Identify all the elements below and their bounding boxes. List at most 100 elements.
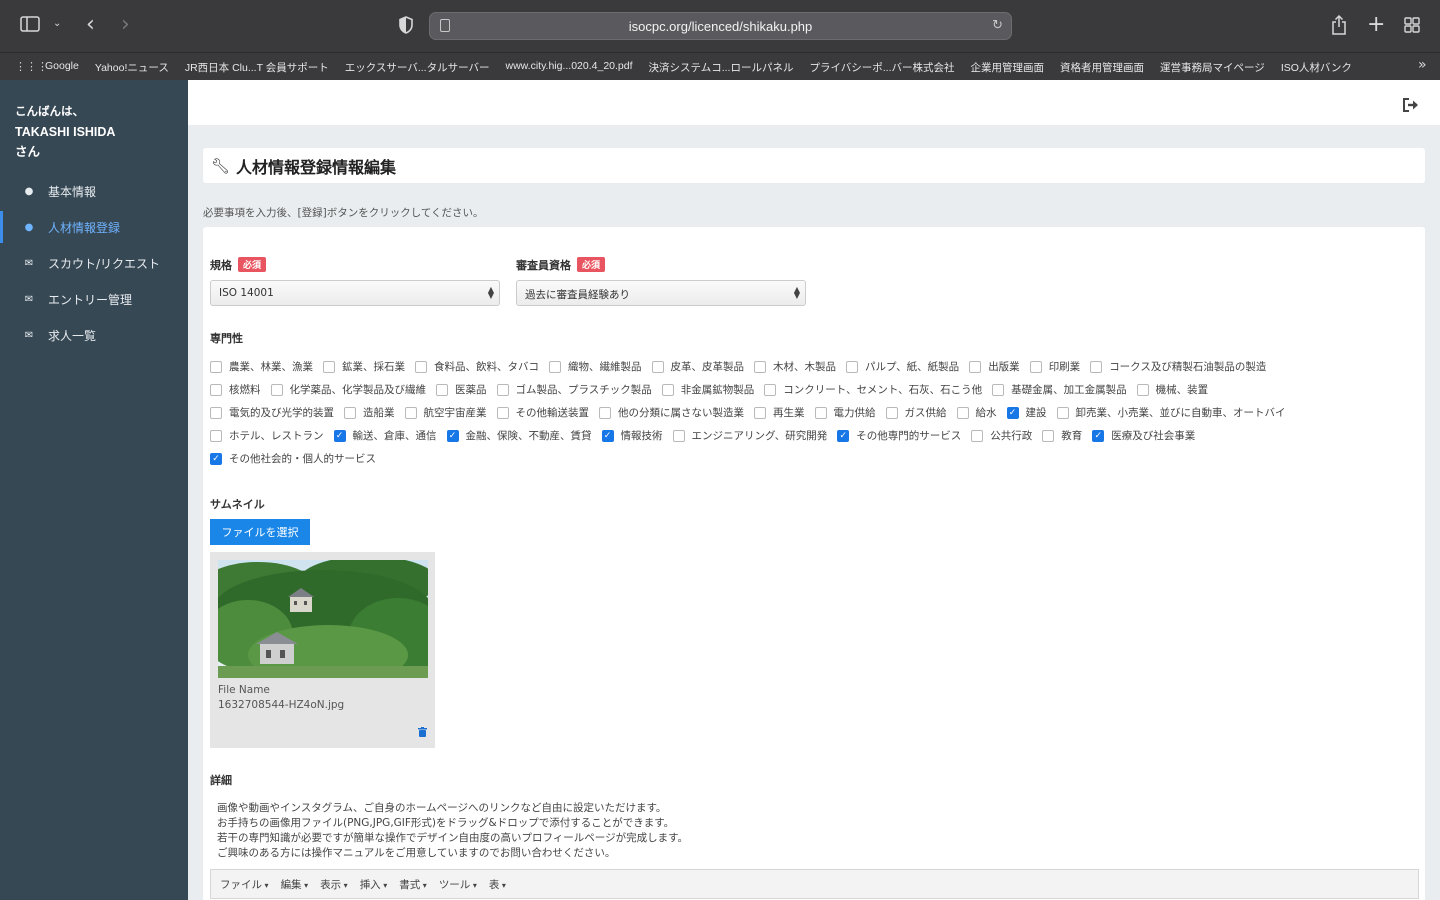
- back-arrow-icon[interactable]: ‹: [86, 14, 95, 36]
- checkbox-unchecked-icon[interactable]: [549, 360, 561, 373]
- chevron-right-double-icon[interactable]: »: [1418, 58, 1427, 72]
- bookmark-item[interactable]: Google: [45, 60, 79, 75]
- checkbox-unchecked-icon[interactable]: [1056, 406, 1069, 419]
- chevron-down-icon[interactable]: ⌄: [53, 19, 61, 29]
- specialty-checkbox[interactable]: 出版業: [969, 359, 1020, 374]
- specialty-checkbox[interactable]: 農業、林業、漁業: [210, 359, 313, 374]
- checkbox-unchecked-icon[interactable]: [992, 383, 1005, 396]
- bookmark-item[interactable]: プライバシーポ...バー株式会社: [809, 60, 954, 75]
- bookmark-item[interactable]: エックスサーバ...タルサーバー: [345, 60, 490, 75]
- specialty-checkbox[interactable]: 卸売業、小売業、並びに自動車、オートバイ: [1056, 405, 1286, 420]
- checkbox-unchecked-icon[interactable]: [885, 406, 898, 419]
- tab-overview-icon[interactable]: [1404, 17, 1420, 37]
- editor-menu-file[interactable]: ファイル: [220, 877, 269, 892]
- specialty-checkbox[interactable]: エンジニアリング、研究開発: [672, 428, 827, 443]
- specialty-checkbox[interactable]: 再生業: [754, 405, 805, 420]
- specialty-checkbox[interactable]: 公共行政: [971, 428, 1032, 443]
- specialty-checkbox[interactable]: 教育: [1042, 428, 1082, 443]
- checkbox-unchecked-icon[interactable]: [323, 360, 335, 373]
- checkbox-checked-icon[interactable]: ✓: [446, 429, 459, 442]
- specialty-checkbox[interactable]: 航空宇宙産業: [404, 405, 487, 420]
- editor-menu-edit[interactable]: 編集: [281, 877, 309, 892]
- specialty-checkbox[interactable]: ホテル、レストラン: [210, 428, 324, 443]
- forward-arrow-icon[interactable]: ›: [121, 14, 130, 36]
- specialty-checkbox[interactable]: コンクリート、セメント、石灰、石こう他: [764, 382, 982, 397]
- share-icon[interactable]: [1331, 14, 1347, 39]
- editor-menu-tools[interactable]: ツール: [439, 877, 477, 892]
- checkbox-unchecked-icon[interactable]: [1090, 360, 1103, 373]
- bookmark-item[interactable]: JR西日本 Clu...T 会員サポート: [185, 60, 329, 75]
- specialty-checkbox[interactable]: ✓ 建設: [1006, 405, 1047, 420]
- specialty-checkbox[interactable]: ✓ 医療及び社会事業: [1092, 428, 1195, 443]
- specialty-checkbox[interactable]: 化学薬品、化学製品及び繊維: [270, 382, 426, 397]
- bookmark-item[interactable]: www.city.hig...020.4_20.pdf: [505, 60, 632, 75]
- checkbox-unchecked-icon[interactable]: [764, 383, 777, 396]
- specialty-checkbox[interactable]: 基礎金属、加工金属製品: [992, 382, 1127, 397]
- specialty-checkbox[interactable]: 電気的及び光学的装置: [210, 405, 334, 420]
- specialty-checkbox[interactable]: ✓ 金融、保険、不動産、賃貸: [446, 428, 592, 443]
- checkbox-unchecked-icon[interactable]: [599, 406, 611, 419]
- standard-select[interactable]: ISO 14001 ▲ ▼: [210, 280, 500, 306]
- specialty-checkbox[interactable]: 電力供給: [814, 405, 876, 420]
- sidebar-item-job-list[interactable]: ✉ 求人一覧: [0, 317, 188, 353]
- specialty-checkbox[interactable]: 非金属鉱物製品: [661, 382, 754, 397]
- bookmark-item[interactable]: 運営事務局マイページ: [1160, 60, 1265, 75]
- specialty-checkbox[interactable]: 医薬品: [436, 382, 487, 397]
- checkbox-unchecked-icon[interactable]: [661, 383, 674, 396]
- specialty-checkbox[interactable]: 鉱業、採石業: [323, 359, 405, 374]
- editor-menu-view[interactable]: 表示: [320, 877, 348, 892]
- specialty-checkbox[interactable]: ✓ 輸送、倉庫、通信: [333, 428, 437, 443]
- sidebar-item-entry-management[interactable]: ✉ エントリー管理: [0, 281, 188, 317]
- checkbox-unchecked-icon[interactable]: [496, 383, 509, 396]
- specialty-checkbox[interactable]: 他の分類に属さない製造業: [599, 405, 744, 420]
- checkbox-unchecked-icon[interactable]: [210, 406, 222, 419]
- checkbox-unchecked-icon[interactable]: [344, 406, 356, 419]
- specialty-checkbox[interactable]: 機械、装置: [1136, 382, 1208, 397]
- specialty-checkbox[interactable]: コークス及び精製石油製品の製造: [1090, 359, 1266, 374]
- checkbox-unchecked-icon[interactable]: [814, 406, 827, 419]
- checkbox-unchecked-icon[interactable]: [1029, 360, 1042, 373]
- editor-menu-insert[interactable]: 挿入: [360, 877, 388, 892]
- checkbox-checked-icon[interactable]: ✓: [210, 452, 222, 465]
- checkbox-unchecked-icon[interactable]: [969, 360, 982, 373]
- checkbox-unchecked-icon[interactable]: [1136, 383, 1149, 396]
- checkbox-unchecked-icon[interactable]: [496, 406, 509, 419]
- editor-menu-format[interactable]: 書式: [399, 877, 427, 892]
- shield-icon[interactable]: [398, 16, 414, 38]
- choose-file-button[interactable]: ファイルを選択: [210, 519, 310, 545]
- checkbox-checked-icon[interactable]: ✓: [837, 429, 850, 442]
- checkbox-unchecked-icon[interactable]: [754, 360, 766, 373]
- checkbox-unchecked-icon[interactable]: [404, 406, 417, 419]
- bookmark-item[interactable]: ISO人材バンク: [1281, 60, 1352, 75]
- specialty-checkbox[interactable]: 織物、繊維製品: [549, 359, 642, 374]
- bookmark-item[interactable]: Yahoo!ニュース: [95, 60, 169, 75]
- specialty-checkbox[interactable]: 給水: [956, 405, 997, 420]
- checkbox-checked-icon[interactable]: ✓: [333, 429, 346, 442]
- qualification-select[interactable]: 過去に審査員経験あり ▲ ▼: [516, 280, 806, 306]
- grid-icon[interactable]: ⋮⋮⋮: [15, 61, 48, 73]
- checkbox-unchecked-icon[interactable]: [672, 429, 685, 442]
- checkbox-checked-icon[interactable]: ✓: [1092, 429, 1105, 442]
- new-tab-icon[interactable]: +: [1367, 14, 1385, 36]
- checkbox-unchecked-icon[interactable]: [436, 383, 448, 396]
- sidebar-item-scout-request[interactable]: ✉ スカウト/リクエスト: [0, 245, 188, 281]
- checkbox-unchecked-icon[interactable]: [956, 406, 969, 419]
- checkbox-unchecked-icon[interactable]: [754, 406, 766, 419]
- specialty-checkbox[interactable]: ✓ その他専門的サービス: [837, 428, 961, 443]
- specialty-checkbox[interactable]: 核燃料: [210, 382, 261, 397]
- sidebar-item-talent-registration[interactable]: ● 人材情報登録: [0, 209, 188, 245]
- checkbox-checked-icon[interactable]: ✓: [601, 429, 614, 442]
- checkbox-unchecked-icon[interactable]: [210, 360, 222, 373]
- bookmark-item[interactable]: 資格者用管理画面: [1060, 60, 1144, 75]
- specialty-checkbox[interactable]: 印刷業: [1029, 359, 1080, 374]
- checkbox-unchecked-icon[interactable]: [210, 383, 222, 396]
- checkbox-checked-icon[interactable]: ✓: [1006, 406, 1019, 419]
- bookmark-item[interactable]: 企業用管理画面: [971, 60, 1045, 75]
- sidebar-item-basic-info[interactable]: ● 基本情報: [0, 173, 188, 209]
- reload-icon[interactable]: ↻: [992, 18, 1003, 33]
- specialty-checkbox[interactable]: ✓ 情報技術: [601, 428, 663, 443]
- specialty-checkbox[interactable]: パルプ、紙、紙製品: [846, 359, 959, 374]
- trash-icon[interactable]: [418, 727, 427, 740]
- specialty-checkbox[interactable]: ガス供給: [885, 405, 947, 420]
- checkbox-unchecked-icon[interactable]: [210, 429, 222, 442]
